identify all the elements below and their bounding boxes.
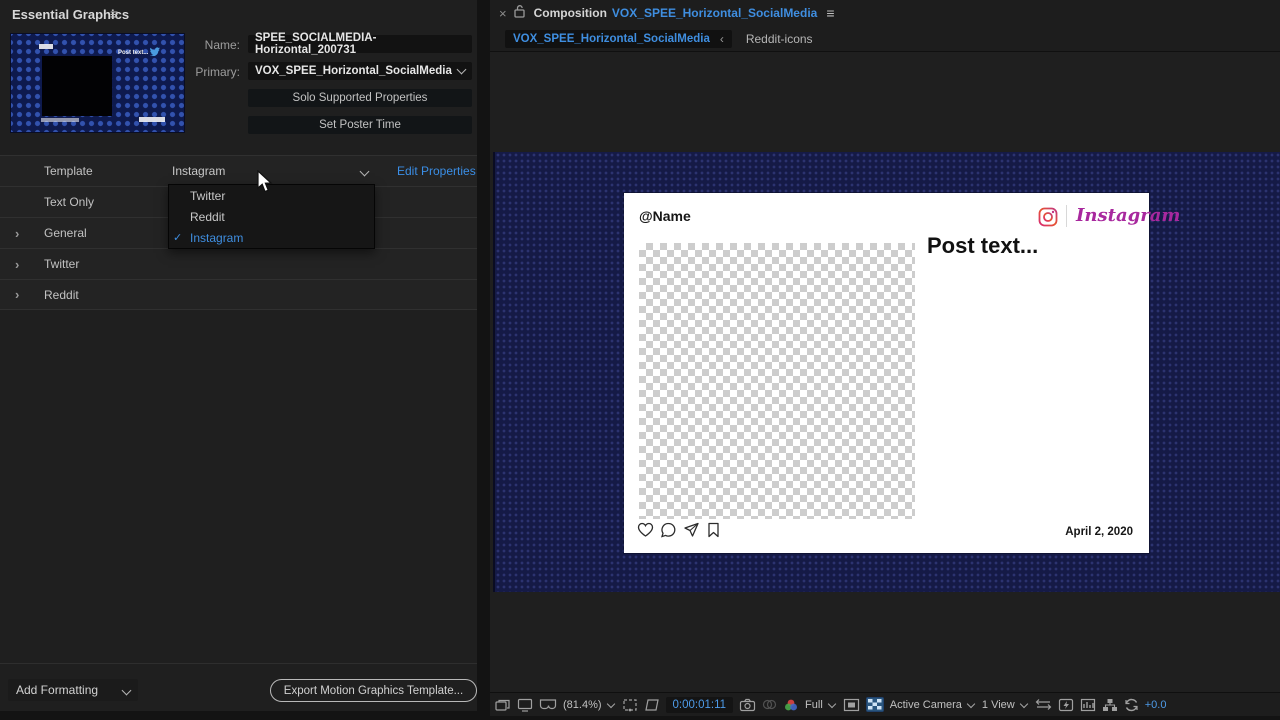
tab-composition-name[interactable]: VOX_SPEE_Horizontal_SocialMedia <box>612 6 817 20</box>
footer-divider <box>0 663 477 664</box>
row-label: Text Only <box>44 195 94 209</box>
always-preview-view-icon[interactable] <box>495 698 511 712</box>
primary-value: VOX_SPEE_Horizontal_SocialMedia <box>255 65 452 77</box>
chevron-down-icon <box>457 65 467 75</box>
check-icon: ✓ <box>173 231 189 244</box>
twitter-bird-icon <box>149 45 161 59</box>
solo-supported-properties-button[interactable]: Solo Supported Properties <box>248 89 472 107</box>
share-icon <box>683 522 700 541</box>
transparency-grid-icon[interactable] <box>866 697 884 712</box>
template-row: Template Instagram Edit Properties <box>0 155 477 186</box>
breadcrumb-parent-comp[interactable]: Reddit-icons <box>746 32 813 46</box>
timeline-panel-icon[interactable] <box>1080 698 1096 712</box>
exposure-adjustment-field[interactable]: +0.0 <box>1145 699 1167 711</box>
chevron-down-icon <box>122 685 132 695</box>
channel-dropdown[interactable]: Full <box>805 699 823 711</box>
bookmark-icon <box>706 522 721 541</box>
lock-icon[interactable] <box>514 5 525 21</box>
region-of-interest-icon[interactable] <box>622 698 638 712</box>
mouse-cursor <box>256 170 274 197</box>
post-text: Post text... <box>927 233 1038 259</box>
show-snapshot-icon[interactable] <box>762 698 777 711</box>
add-formatting-label: Add Formatting <box>16 683 98 697</box>
composition-tab-bar: × Composition VOX_SPEE_Horizontal_Social… <box>490 0 1280 26</box>
share-view-options-icon[interactable] <box>1035 698 1052 711</box>
flowchart-panel-icon[interactable] <box>1102 698 1118 712</box>
name-label: Name: <box>180 38 240 52</box>
chevron-down-icon[interactable] <box>967 699 975 707</box>
chevron-down-icon[interactable] <box>360 167 370 177</box>
instagram-camera-icon <box>1038 207 1058 230</box>
chevron-down-icon[interactable] <box>828 699 836 707</box>
row-label: Reddit <box>44 288 79 302</box>
tab-panel-label[interactable]: Composition <box>534 6 607 20</box>
row-twitter[interactable]: › Twitter <box>0 248 477 279</box>
toggle-mask-visibility-icon[interactable] <box>644 698 660 712</box>
breadcrumb-current-label: VOX_SPEE_Horizontal_SocialMedia <box>513 33 710 45</box>
target-region-icon[interactable] <box>843 698 860 712</box>
row-label: Twitter <box>44 257 79 271</box>
row-reddit[interactable]: › Reddit <box>0 279 477 310</box>
chevron-right-icon[interactable]: › <box>15 287 19 302</box>
instagram-wordmark: Instagram <box>1076 205 1180 226</box>
essential-graphics-panel: Essential Graphics ≡ Post text... Name: … <box>0 0 477 711</box>
post-date: April 2, 2020 <box>1065 526 1133 538</box>
stereo-3d-glasses-icon[interactable] <box>539 698 557 711</box>
breadcrumb-current-comp[interactable]: VOX_SPEE_Horizontal_SocialMedia ‹ <box>505 30 732 48</box>
chevron-down-icon[interactable] <box>1020 699 1028 707</box>
panel-menu-icon[interactable]: ≡ <box>826 5 834 21</box>
composition-panel: × Composition VOX_SPEE_Horizontal_Social… <box>490 0 1280 716</box>
chevron-right-icon[interactable]: › <box>15 226 19 241</box>
instagram-post-mockup: @Name Instagram Post text... <box>624 193 1149 553</box>
panel-menu-icon[interactable]: ≡ <box>110 6 118 22</box>
thumbnail-logo-mark <box>39 44 53 49</box>
menu-item-label: Twitter <box>190 189 225 203</box>
thumbnail-media-placeholder <box>42 56 112 116</box>
primary-label: Primary: <box>180 65 240 79</box>
row-label: General <box>44 226 87 240</box>
name-value: SPEE_SOCIALMEDIA-Horizontal_200731 <box>255 32 465 56</box>
post-username: @Name <box>639 208 691 224</box>
export-motion-graphics-template-button[interactable]: Export Motion Graphics Template... <box>270 679 477 702</box>
thumbnail-date-smudge <box>139 117 165 122</box>
chevron-right-icon[interactable]: › <box>15 257 19 272</box>
like-heart-icon <box>637 522 654 541</box>
composition-viewport[interactable]: @Name Instagram Post text... <box>493 152 1280 592</box>
add-formatting-dropdown[interactable]: Add Formatting <box>8 679 138 701</box>
vertical-divider <box>1066 205 1067 227</box>
menu-item-label: Instagram <box>190 231 243 245</box>
menu-item-reddit[interactable]: Reddit <box>169 206 374 227</box>
thumbnail-post-text: Post text... <box>118 50 148 56</box>
take-snapshot-icon[interactable] <box>739 698 756 712</box>
template-label: Template <box>44 164 93 178</box>
post-action-icons <box>637 522 721 541</box>
transparent-image-placeholder <box>639 243 915 519</box>
thumbnail-caption-smudge <box>41 118 79 122</box>
3d-view-dropdown[interactable]: Active Camera <box>890 699 962 711</box>
view-layout-dropdown[interactable]: 1 View <box>982 699 1015 711</box>
magnification-dropdown[interactable]: (81.4%) <box>563 699 602 711</box>
template-dropdown[interactable]: Instagram <box>172 164 225 178</box>
menu-item-label: Reddit <box>190 210 225 224</box>
fast-previews-icon[interactable] <box>1058 698 1074 712</box>
show-channel-icon[interactable] <box>783 698 799 712</box>
chevron-down-icon[interactable] <box>606 699 614 707</box>
menu-item-instagram[interactable]: ✓ Instagram <box>169 227 374 248</box>
primary-comp-dropdown[interactable]: VOX_SPEE_Horizontal_SocialMedia <box>248 62 472 80</box>
comment-icon <box>660 522 677 541</box>
primary-viewer-icon[interactable] <box>517 698 533 712</box>
composition-breadcrumb: VOX_SPEE_Horizontal_SocialMedia ‹ Reddit… <box>490 26 1280 52</box>
template-preview-thumbnail: Post text... <box>10 33 185 133</box>
name-input[interactable]: SPEE_SOCIALMEDIA-Horizontal_200731 <box>248 35 472 53</box>
current-time-field[interactable]: 0:00:01:11 <box>666 697 734 713</box>
after-effects-window: Essential Graphics ≡ Post text... Name: … <box>0 0 1280 720</box>
composition-toolbar: (81.4%) 0:00:01:11 Full <box>490 692 1280 716</box>
set-poster-time-button[interactable]: Set Poster Time <box>248 116 472 134</box>
chevron-left-icon: ‹ <box>720 32 724 46</box>
reset-exposure-icon[interactable] <box>1124 698 1139 712</box>
edit-properties-link[interactable]: Edit Properties <box>397 164 476 178</box>
close-icon[interactable]: × <box>499 6 507 21</box>
